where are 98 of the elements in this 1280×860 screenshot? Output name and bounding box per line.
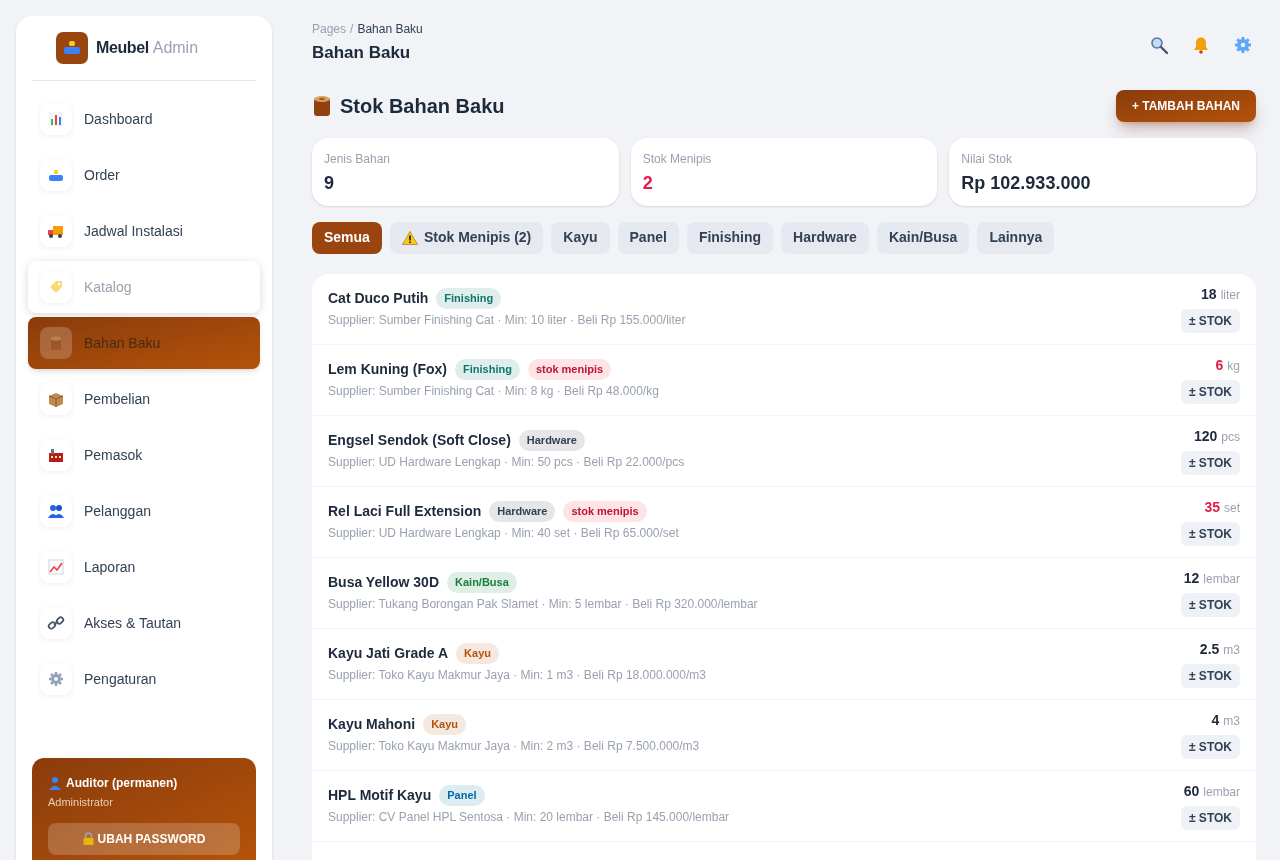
category-tag: Kayu [423,714,467,735]
category-tag: Hardware [489,501,556,522]
nav-item[interactable]: Pembelian [28,373,260,425]
filter-tab[interactable]: Lainnya [977,221,1055,254]
low-stock-tag: stok menipis [527,359,612,380]
box-icon [47,390,65,408]
settings-icon[interactable] [1234,36,1252,54]
material-name: Rel Laci Full Extension [328,502,482,521]
adjust-stock-button[interactable]: ± STOK [1180,806,1240,830]
gear-icon [47,670,65,688]
adjust-stock-button[interactable]: ± STOK [1180,522,1240,546]
material-detail: Supplier: CV Panel HPL Sentosa · Min: 20 lembar · Beli Rp 145.000/lembar [328,809,730,826]
filter-tab[interactable]: Stok Menipis (2) [389,221,544,254]
material-name: Kayu Jati Grade A [328,644,449,663]
material-detail: Supplier: Toko Kayu Makmur Jaya · Min: 1 m3 · Beli Rp 18.000.000/m3 [328,667,706,684]
nav-item[interactable]: Pengaturan [28,653,260,705]
filter-tab[interactable]: Panel [617,221,679,254]
stat-label: Jenis Bahan [324,150,392,168]
stock-quantity: 35 [1204,498,1220,517]
nav-item[interactable]: Pemasok [28,429,260,481]
material-detail: Supplier: UD Hardware Lengkap · Min: 40 set · Beli Rp 65.000/set [328,525,679,542]
category-tag: Panel [439,785,485,806]
filter-tab[interactable]: Kain/Busa [876,221,970,254]
logo-icon [56,32,88,64]
brand-suffix: Admin [152,38,199,58]
stock-unit: lembar [1203,571,1240,588]
adjust-stock-button[interactable]: ± STOK [1180,735,1240,759]
change-password-button[interactable]: UBAH PASSWORD [48,822,240,855]
search-icon[interactable] [1150,36,1168,54]
warning-icon [401,230,418,245]
stock-unit: pcs [1221,429,1240,446]
category-tag: Kayu [456,643,499,664]
material-detail: Supplier: Sumber Finishing Cat · Min: 10 liter · Beli Rp 155.000/liter [328,312,686,329]
stat-value: 2 [642,171,654,195]
user-name: Auditor (permanen) [66,775,178,792]
people-icon [47,502,65,520]
filter-tab[interactable]: Hardware [781,221,869,254]
low-stock-tag: stok menipis [563,501,647,522]
breadcrumb-separator: / [349,22,355,36]
link-icon [47,614,65,632]
stock-quantity: 60 [1183,782,1200,801]
breadcrumb-current: Bahan Baku [357,22,423,36]
stat-value: Rp 102.933.000 [961,171,1092,195]
material-name: Busa Yellow 30D [328,573,439,592]
user-role: Administrator [48,795,114,810]
nav-item[interactable]: Pelanggan [28,485,260,537]
stock-quantity: 12 [1183,569,1200,588]
chart-icon [47,110,65,128]
category-tag: Finishing [455,359,520,380]
material-name: Cat Duco Putih [328,289,429,308]
nav-item[interactable]: Order [28,149,260,201]
nav-item[interactable]: Dashboard [28,93,260,145]
filter-tab[interactable]: Kayu [551,221,610,254]
category-tag: Hardware [518,430,585,451]
stat-value: 9 [324,171,335,195]
lock-icon [82,832,94,845]
adjust-stock-button[interactable]: ± STOK [1180,451,1240,475]
stock-unit: m3 [1223,642,1240,659]
material-name: Kayu Mahoni [328,715,416,734]
material-detail: Supplier: Toko Kayu Makmur Jaya · Min: 2 m3 · Beli Rp 7.500.000/m3 [328,738,700,755]
nav-item[interactable]: Laporan [28,541,260,593]
filter-tab[interactable]: Finishing [686,221,774,254]
stock-unit: kg [1227,358,1240,375]
material-name: Engsel Sendok (Soft Close) [328,431,511,450]
adjust-stock-button[interactable]: ± STOK [1180,593,1240,617]
stock-quantity: 2.5 [1199,640,1220,659]
stat-label: Nilai Stok [961,150,1013,168]
stock-quantity: 18 [1201,285,1217,304]
stock-unit: set [1224,500,1240,517]
stock-quantity: 6 [1215,356,1224,375]
user-icon [48,776,62,790]
category-tag: Kain/Busa [447,572,517,593]
material-name: Lem Kuning (Fox) [328,360,447,379]
stock-unit: lembar [1203,784,1240,801]
adjust-stock-button[interactable]: ± STOK [1180,664,1240,688]
line-chart-icon [47,558,65,576]
stat-label: Stok Menipis [642,150,713,168]
factory-icon [47,446,65,464]
material-detail: Supplier: Sumber Finishing Cat · Min: 8 kg · Beli Rp 48.000/kg [328,383,659,400]
page-title: Bahan Baku [312,42,412,64]
stock-unit: liter [1220,287,1240,304]
adjust-stock-button[interactable]: ± STOK [1180,309,1240,333]
add-material-button[interactable]: + TAMBAH BAHAN [1115,89,1256,122]
category-tag: Finishing [436,288,502,309]
material-name: HPL Motif Kayu [328,786,432,805]
section-title: Stok Bahan Baku [340,93,505,119]
notification-icon[interactable] [1192,36,1210,54]
stock-quantity: 120 [1193,427,1218,446]
log-icon [312,94,332,117]
brand-name: Meubel [96,38,149,58]
material-detail: Supplier: Tukang Borongan Pak Slamet · Min: 5 lembar · Beli Rp 320.000/lembar [328,596,758,613]
filter-tab[interactable]: Semua [312,221,382,254]
adjust-stock-button[interactable]: ± STOK [1180,380,1240,404]
stock-quantity: 4 [1211,711,1220,730]
nav-item[interactable]: Akses & Tautan [28,597,260,649]
nav-item[interactable]: Jadwal Instalasi [28,205,260,257]
stock-unit: m3 [1223,713,1240,730]
material-detail: Supplier: UD Hardware Lengkap · Min: 50 pcs · Beli Rp 22.000/pcs [328,454,685,471]
